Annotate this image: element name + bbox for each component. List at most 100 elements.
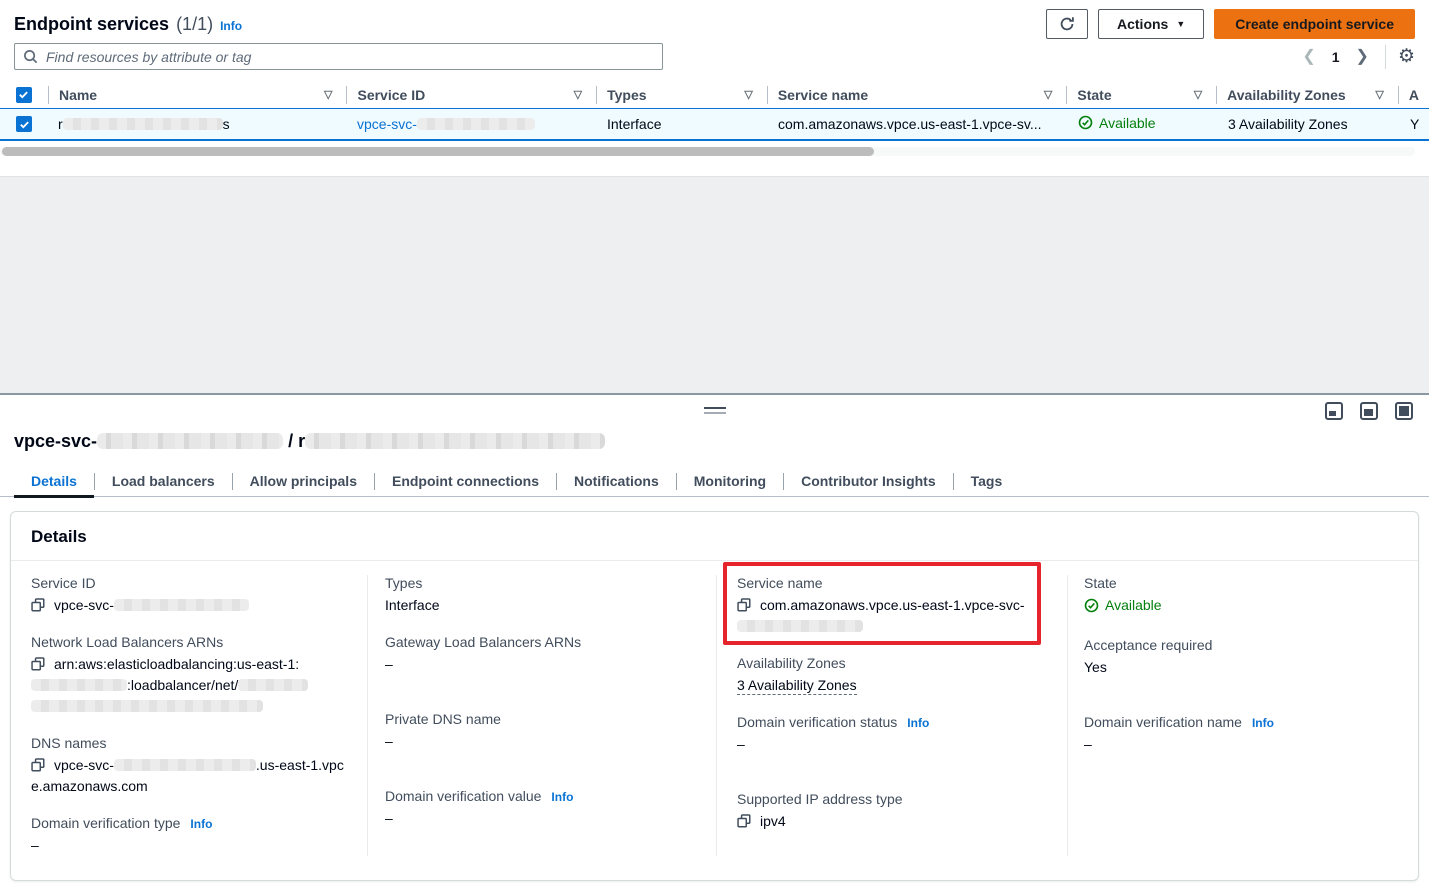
details-card-heading: Details — [11, 512, 1418, 561]
pagination: ❮ 1 ❯ ⚙ — [1298, 45, 1415, 69]
field-service-name: Service name com.amazonaws.vpce.us-east-… — [737, 575, 1047, 637]
search-icon — [23, 49, 38, 64]
table-settings-gear-icon[interactable]: ⚙ — [1398, 47, 1415, 66]
table-title-wrap: Endpoint services (1/1) Info — [14, 14, 242, 35]
sort-icon[interactable]: ▽ — [1194, 88, 1206, 101]
redacted-text — [114, 759, 256, 771]
tab-contributor-insights[interactable]: Contributor Insights — [784, 466, 953, 497]
column-header-name[interactable]: Name ▽ — [48, 86, 347, 104]
tab-monitoring[interactable]: Monitoring — [677, 466, 783, 497]
actions-button[interactable]: Actions ▼ — [1098, 9, 1204, 39]
row-checkbox[interactable] — [16, 116, 32, 132]
cell-name: rs — [48, 116, 347, 132]
column-header-service-name[interactable]: Service name ▽ — [767, 86, 1067, 104]
column-header-state[interactable]: State ▽ — [1066, 86, 1216, 104]
table-toolbar: Endpoint services (1/1) Info Actions ▼ C… — [0, 0, 1429, 43]
info-link[interactable]: Info — [551, 790, 573, 804]
search-box — [14, 43, 663, 70]
copy-icon[interactable] — [737, 814, 751, 831]
details-column-3: Service name com.amazonaws.vpce.us-east-… — [716, 575, 1067, 856]
service-id-link[interactable]: vpce-svc- — [357, 116, 535, 132]
availability-zones-popover-trigger[interactable]: 3 Availability Zones — [1228, 116, 1348, 132]
sort-icon[interactable]: ▽ — [1375, 88, 1387, 101]
select-all-checkbox-cell — [0, 86, 48, 104]
copy-icon[interactable] — [737, 598, 751, 615]
tab-notifications[interactable]: Notifications — [557, 466, 676, 497]
previous-page-button[interactable]: ❮ — [1298, 47, 1319, 67]
field-service-id: Service ID vpce-svc- — [31, 575, 347, 616]
table-row[interactable]: rs vpce-svc- Interface com.amazonaws.vpc… — [0, 108, 1429, 141]
redacted-text — [238, 679, 308, 691]
create-endpoint-service-button[interactable]: Create endpoint service — [1214, 9, 1415, 39]
refresh-icon — [1059, 16, 1075, 32]
table-header-row: Name ▽ Service ID ▽ Types ▽ Service name… — [0, 81, 1429, 108]
detail-tabs: Details Load balancers Allow principals … — [0, 466, 1429, 497]
redacted-text — [31, 679, 127, 691]
panel-position-side-icon[interactable] — [1360, 402, 1378, 420]
copy-icon[interactable] — [31, 758, 45, 775]
field-supported-ip-address-type: Supported IP address type ipv4 — [737, 791, 1047, 832]
row-checkbox-cell — [0, 116, 48, 132]
status-available-icon — [1084, 598, 1099, 613]
select-all-checkbox[interactable] — [16, 87, 32, 103]
endpoint-services-table: Name ▽ Service ID ▽ Types ▽ Service name… — [0, 81, 1429, 156]
cell-availability-zones: 3 Availability Zones — [1218, 116, 1400, 132]
actions-button-label: Actions — [1117, 16, 1168, 32]
scrollbar-thumb[interactable] — [2, 147, 874, 156]
title-info-link[interactable]: Info — [220, 19, 242, 33]
copy-icon[interactable] — [31, 598, 45, 615]
sort-icon[interactable]: ▽ — [324, 88, 336, 101]
tab-endpoint-connections[interactable]: Endpoint connections — [375, 466, 556, 497]
field-state: State Available — [1084, 575, 1398, 619]
refresh-button[interactable] — [1046, 9, 1088, 39]
panel-position-bottom-icon[interactable] — [1325, 402, 1343, 420]
tab-load-balancers[interactable]: Load balancers — [95, 466, 232, 497]
field-domain-verification-name: Domain verification name Info – — [1084, 714, 1398, 755]
split-panel-title: vpce-svc- / r — [14, 431, 1415, 452]
redacted-text — [31, 700, 263, 712]
cell-types: Interface — [597, 116, 768, 132]
caret-down-icon: ▼ — [1176, 19, 1185, 29]
redacted-text — [305, 433, 605, 449]
availability-zones-popover-trigger[interactable]: 3 Availability Zones — [737, 677, 857, 695]
copy-icon[interactable] — [31, 657, 45, 674]
cell-clipped: Y — [1400, 116, 1429, 132]
sort-icon[interactable]: ▽ — [574, 88, 586, 101]
page-background-gap — [0, 177, 1429, 393]
search-input[interactable] — [14, 43, 663, 70]
tab-tags[interactable]: Tags — [954, 466, 1020, 497]
cell-service-name: com.amazonaws.vpce.us-east-1.vpce-sv... — [768, 116, 1068, 132]
column-header-availability-zones[interactable]: Availability Zones ▽ — [1216, 86, 1398, 104]
field-domain-verification-type: Domain verification type Info – — [31, 815, 347, 856]
field-domain-verification-value: Domain verification value Info – — [385, 788, 696, 829]
info-link[interactable]: Info — [1252, 716, 1274, 730]
status-available-icon — [1078, 115, 1093, 130]
field-private-dns-name: Private DNS name – — [385, 711, 696, 770]
tab-allow-principals[interactable]: Allow principals — [233, 466, 374, 497]
field-acceptance-required: Acceptance required Yes — [1084, 637, 1398, 696]
tab-details[interactable]: Details — [14, 466, 94, 497]
sort-icon[interactable]: ▽ — [1044, 88, 1056, 101]
redacted-text — [737, 620, 863, 632]
toolbar-actions: Actions ▼ Create endpoint service — [1046, 9, 1415, 39]
details-card-body: Service ID vpce-svc- Network Load Balanc… — [11, 561, 1418, 880]
field-glb-arns: Gateway Load Balancers ARNs – — [385, 634, 696, 693]
check-icon — [19, 119, 30, 130]
sort-icon[interactable]: ▽ — [744, 88, 756, 101]
next-page-button[interactable]: ❯ — [1352, 47, 1373, 67]
info-link[interactable]: Info — [907, 716, 929, 730]
page-title: Endpoint services — [14, 14, 169, 35]
field-dns-names: DNS names vpce-svc-.us-east-1.vpce.amazo… — [31, 735, 347, 797]
pagination-divider — [1385, 45, 1386, 69]
field-nlb-arns: Network Load Balancers ARNs arn:aws:elas… — [31, 634, 347, 717]
horizontal-scrollbar — [0, 147, 1415, 156]
current-page-number[interactable]: 1 — [1332, 49, 1340, 65]
split-panel: vpce-svc- / r Details Load balancers All… — [0, 393, 1429, 884]
split-panel-layout-controls — [1325, 402, 1413, 420]
details-column-2: Types Interface Gateway Load Balancers A… — [367, 575, 716, 856]
column-header-service-id[interactable]: Service ID ▽ — [346, 86, 596, 104]
panel-position-full-icon[interactable] — [1395, 402, 1413, 420]
split-panel-drag-handle[interactable] — [704, 407, 726, 414]
info-link[interactable]: Info — [190, 817, 212, 831]
column-header-types[interactable]: Types ▽ — [596, 86, 767, 104]
